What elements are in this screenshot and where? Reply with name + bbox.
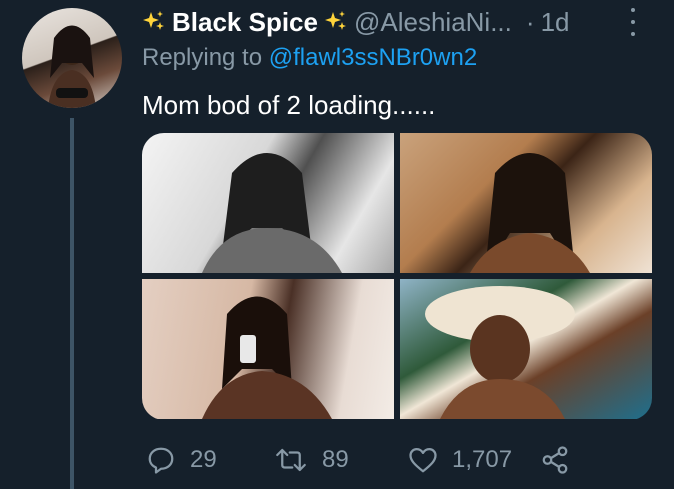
reply-button[interactable]: 29 [146, 440, 217, 480]
replying-prefix: Replying to [142, 44, 263, 71]
like-count: 1,707 [452, 446, 513, 473]
thread-line [70, 118, 74, 489]
reply-count: 29 [190, 446, 217, 473]
reply-mention-link[interactable]: @flawl3ssNBr0wn2 [269, 44, 477, 71]
user-handle[interactable]: @AleshiaNi... [354, 7, 512, 38]
share-icon [542, 446, 568, 474]
tweet-text: Mom bod of 2 loading...... [142, 90, 436, 120]
media-photo-2[interactable] [400, 133, 652, 273]
retweet-icon [276, 448, 306, 472]
more-vertical-icon[interactable] [626, 8, 640, 36]
heart-icon [409, 448, 437, 473]
media-photo-1[interactable] [142, 133, 394, 273]
retweet-button[interactable]: 89 [274, 440, 349, 480]
sparkles-icon [143, 11, 164, 30]
replying-to: Replying to @flawl3ssNBr0wn2 [142, 44, 477, 72]
display-name[interactable]: Black Spice [172, 7, 318, 38]
timestamp[interactable]: 1d [541, 7, 570, 38]
media-grid [142, 133, 652, 420]
media-photo-4[interactable] [400, 279, 652, 419]
tweet-header: Black Spice @AleshiaNi... · 1d [142, 4, 642, 40]
share-button[interactable] [540, 440, 584, 480]
tweet-actions: 29 89 1,707 [142, 440, 612, 480]
avatar[interactable] [22, 8, 122, 108]
media-photo-3[interactable] [142, 279, 394, 419]
sparkles-icon [324, 11, 346, 30]
separator-dot: · [525, 6, 535, 37]
comment-icon [148, 447, 174, 474]
like-button[interactable]: 1,707 [408, 440, 512, 480]
retweet-count: 89 [322, 446, 349, 473]
